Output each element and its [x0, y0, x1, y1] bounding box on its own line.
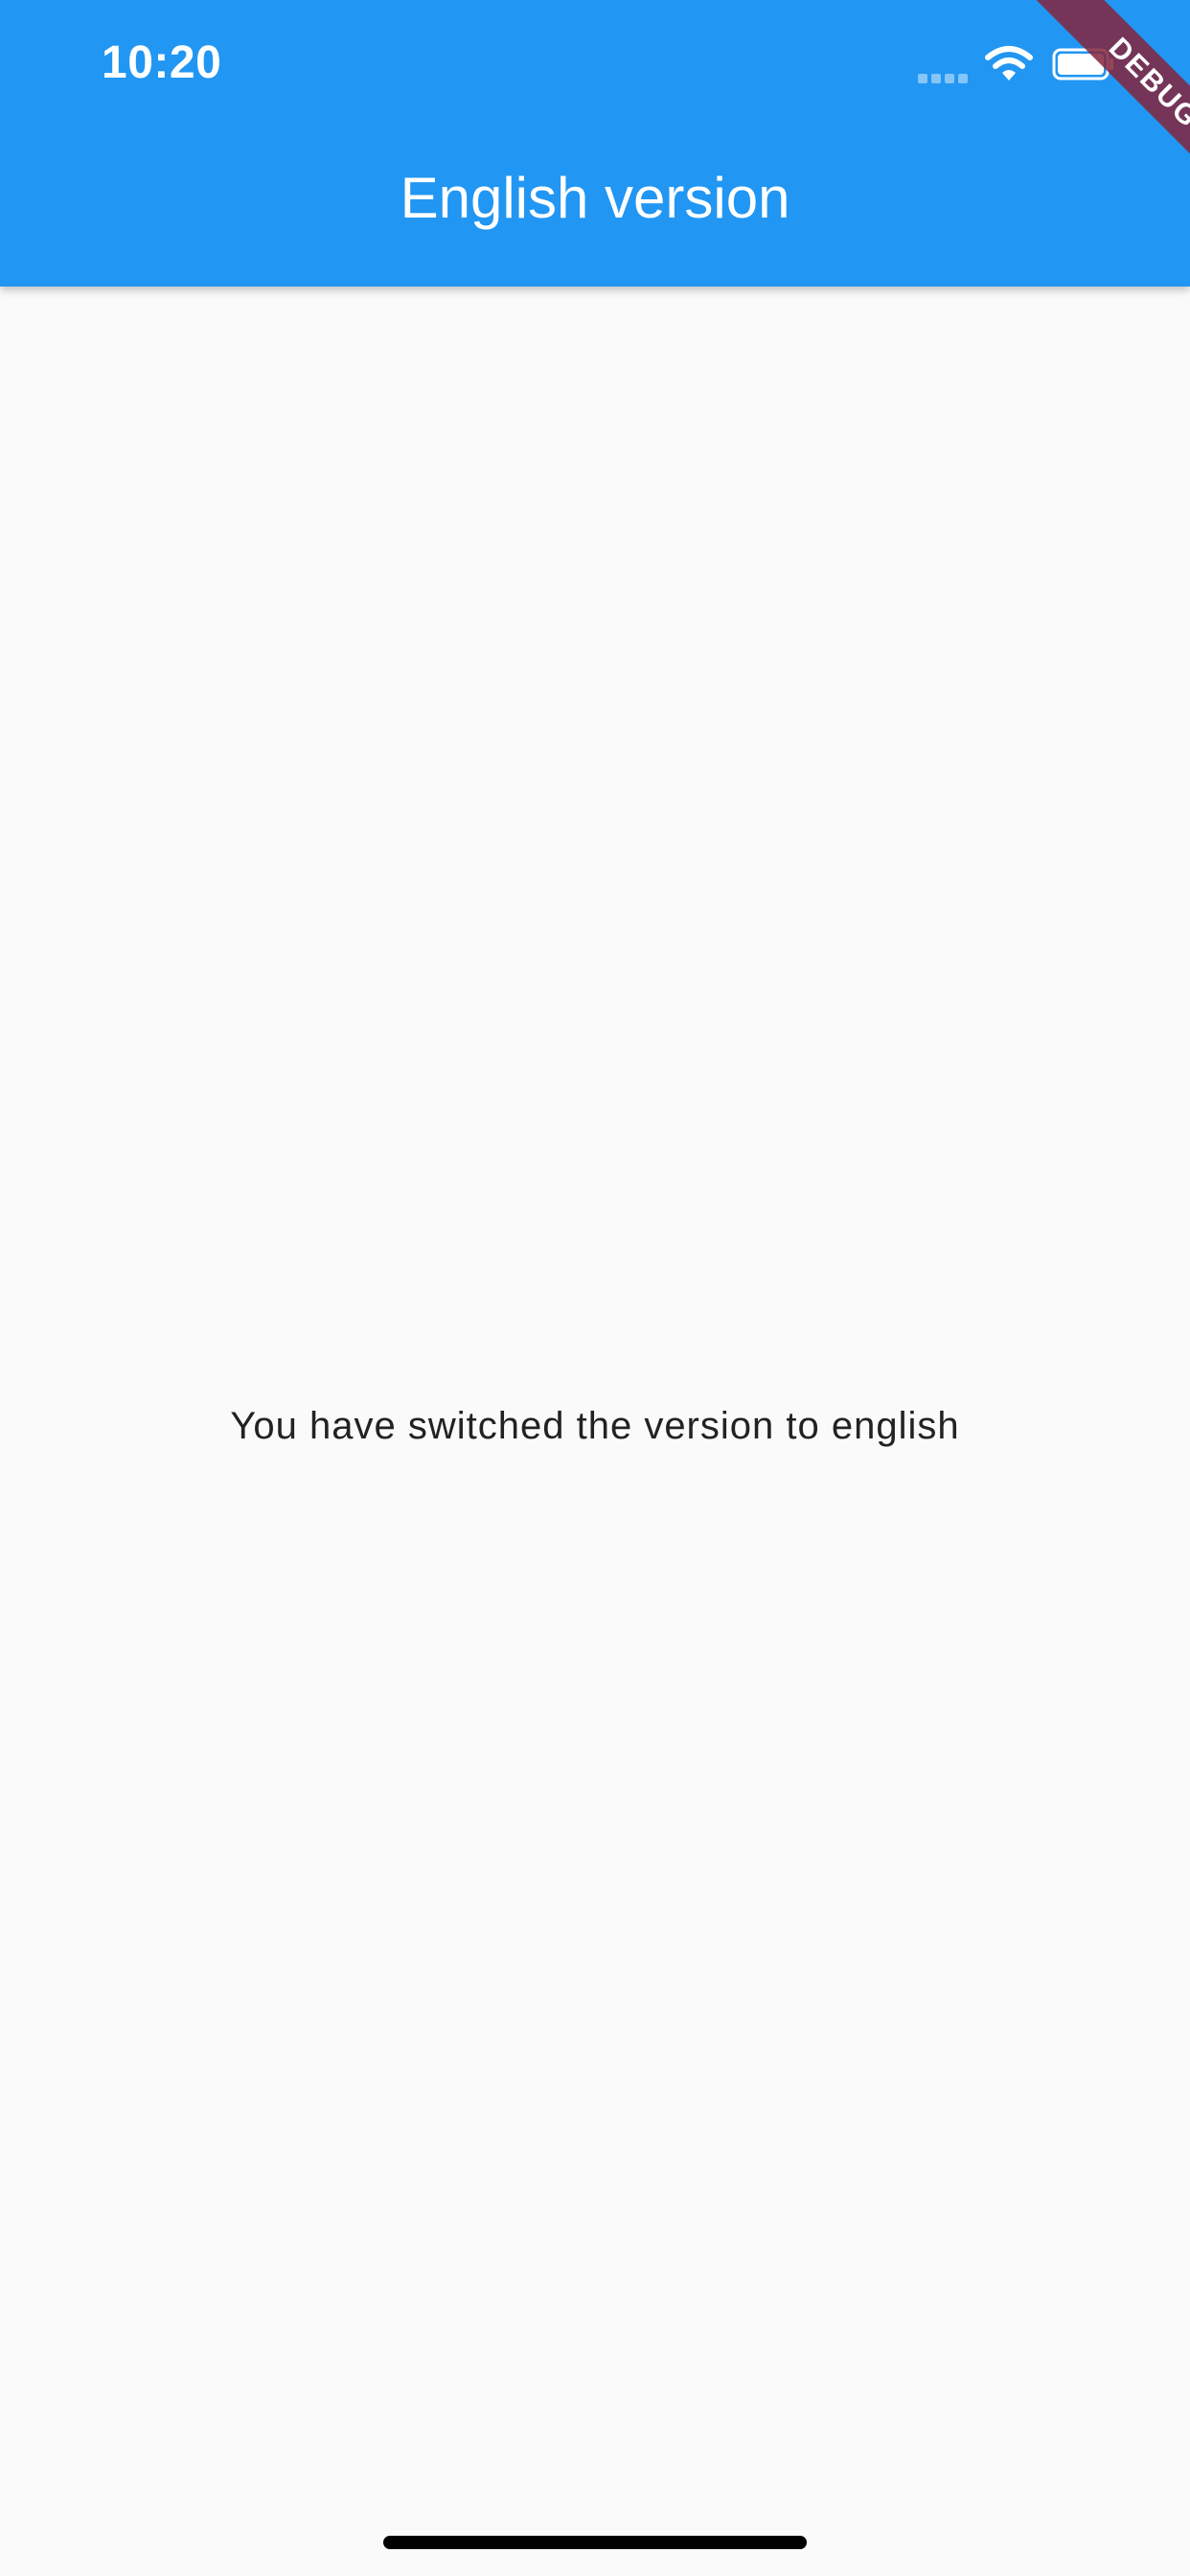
app-screen: 10:20 English version DEBUG You have swi… — [0, 0, 1190, 2576]
status-message: You have switched the version to english — [230, 1405, 960, 1447]
status-time: 10:20 — [102, 37, 222, 88]
home-indicator[interactable] — [383, 2536, 807, 2549]
debug-label: DEBUG — [1035, 0, 1190, 202]
debug-banner: DEBUG — [979, 0, 1190, 211]
signal-icon — [918, 71, 972, 83]
